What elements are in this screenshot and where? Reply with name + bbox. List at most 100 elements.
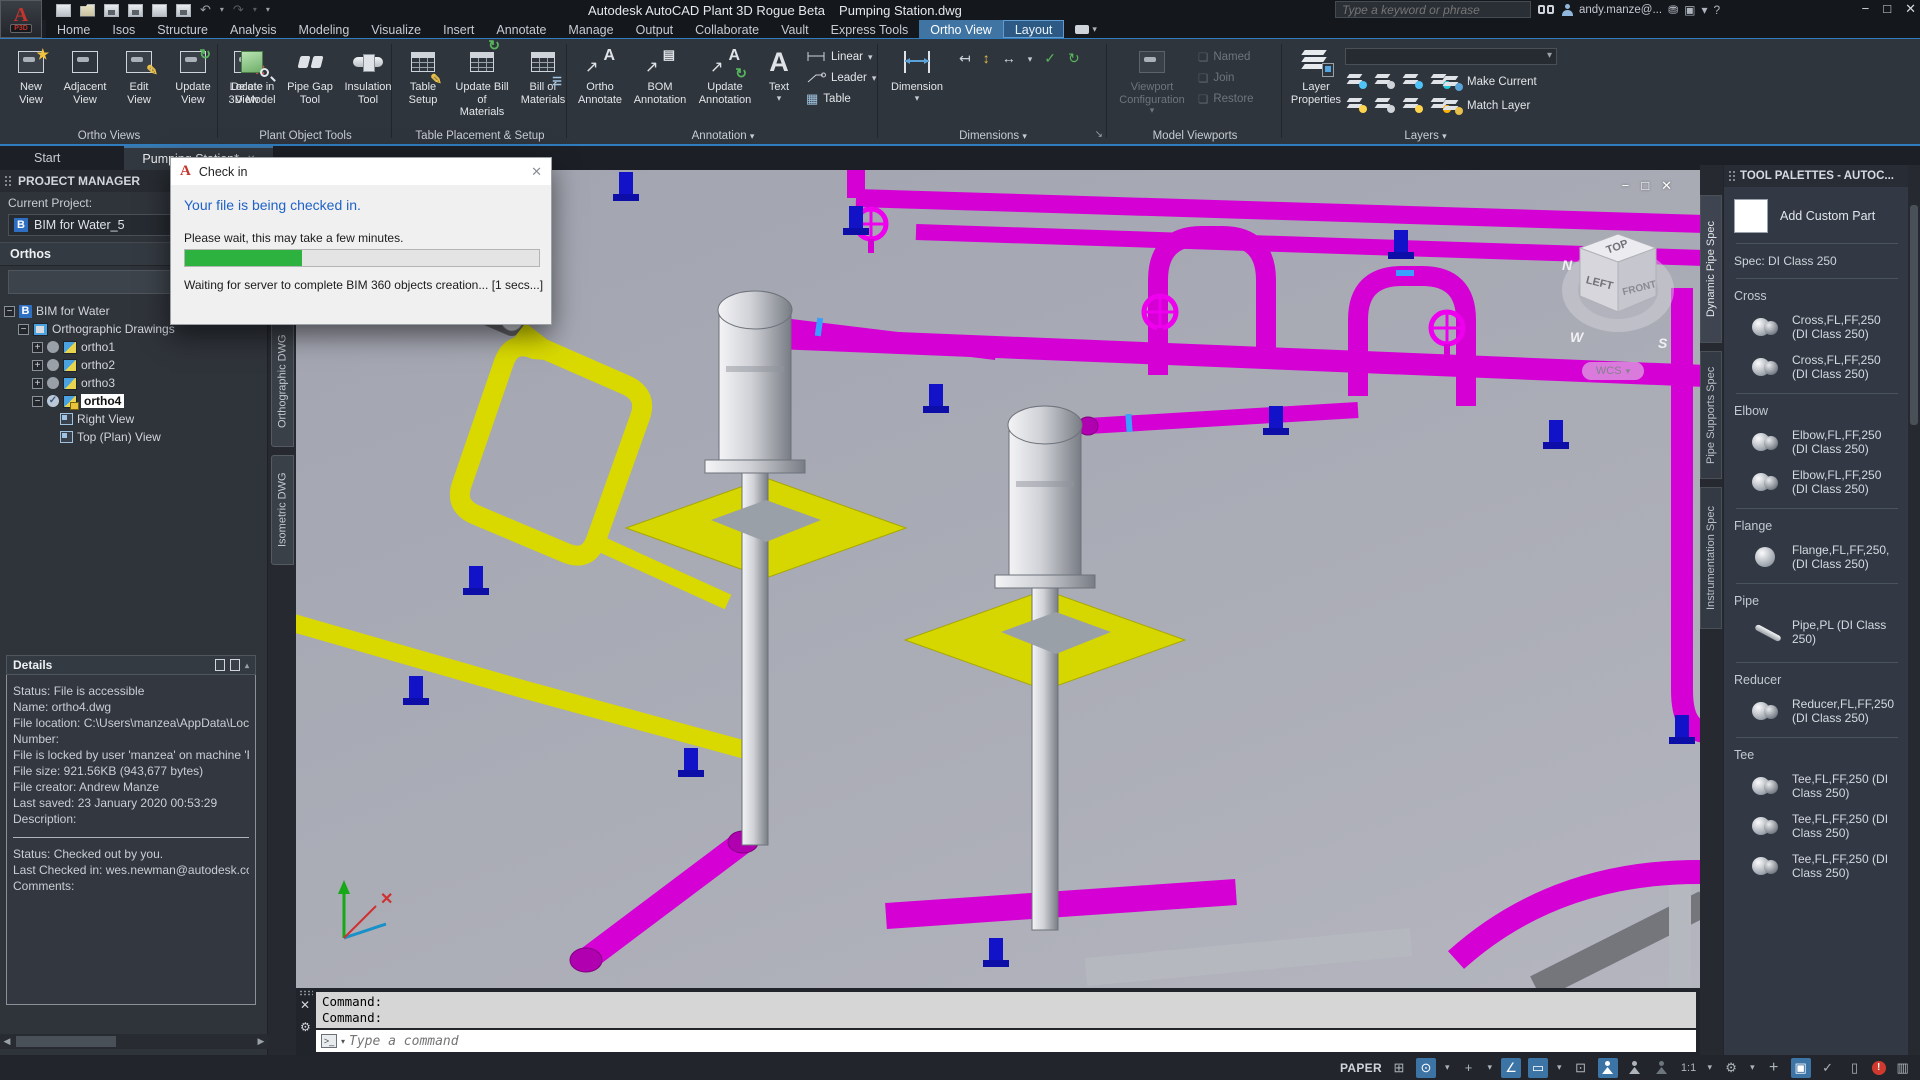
page-setup-icon[interactable]: ▯ (1845, 1058, 1865, 1078)
palette-tab-dynamic-pipe-spec[interactable]: Dynamic Pipe Spec (1700, 195, 1722, 343)
pipe-gap-tool-button[interactable]: Pipe Gap Tool (282, 41, 338, 123)
layer-thaw-icon[interactable] (1403, 97, 1421, 111)
dialog-close-icon[interactable]: ✕ (531, 164, 542, 180)
dim-continue-icon[interactable]: ↔ (1002, 50, 1016, 67)
help-icon[interactable]: ? (1714, 3, 1721, 17)
layer-unisolate-icon[interactable] (1375, 97, 1393, 111)
search-input[interactable] (1335, 1, 1531, 18)
undo-icon[interactable]: ↶ (200, 3, 211, 17)
details-collapse-icon[interactable]: ▴ (245, 661, 249, 670)
details-doc-icon[interactable] (215, 659, 225, 671)
scale-caret-icon[interactable]: ▾ (1706, 1058, 1715, 1078)
table-setup-button[interactable]: ✎ Table Setup (398, 41, 448, 123)
tab-structure[interactable]: Structure (146, 20, 219, 38)
expand-icon[interactable]: + (32, 378, 43, 389)
tab-isometric-dwg[interactable]: Isometric DWG (271, 455, 294, 565)
palette-grip-icon[interactable] (1728, 170, 1736, 182)
bill-of-materials-button[interactable]: ☰ Bill of Materials (516, 41, 570, 123)
bell-caret-icon[interactable]: ▾ (1701, 3, 1707, 17)
tab-express-tools[interactable]: Express Tools (820, 20, 920, 38)
collapse-icon[interactable]: − (4, 306, 15, 317)
autoscale-icon[interactable] (1625, 1058, 1645, 1078)
wcs-selector[interactable]: WCS ▾ (1582, 362, 1644, 380)
tool-reducer-1[interactable]: Reducer,FL,FF,250 (DI Class 250) (1752, 697, 1900, 725)
command-grip-icon[interactable] (299, 990, 313, 996)
tab-visualize[interactable]: Visualize (360, 20, 432, 38)
scroll-left-icon[interactable]: ◀ (0, 1036, 14, 1047)
palette-tab-instrumentation-spec[interactable]: Instrumentation Spec (1700, 487, 1722, 629)
command-input[interactable] (349, 1034, 1691, 1049)
command-recent-icon[interactable]: ▾ (341, 1037, 345, 1046)
tool-elbow-2[interactable]: Elbow,FL,FF,250 (DI Class 250) (1752, 468, 1900, 496)
polar-caret-icon[interactable]: ▾ (1443, 1058, 1452, 1078)
close-button[interactable]: ✕ (1905, 1, 1916, 17)
annotation-visibility-icon[interactable] (1598, 1058, 1618, 1078)
match-layer-button[interactable]: Match Layer (1443, 99, 1530, 113)
scrollbar-thumb[interactable] (1910, 205, 1918, 425)
polar-tracking-icon[interactable]: ⊙ (1416, 1058, 1436, 1078)
viewport-minimize-icon[interactable]: − (1622, 178, 1630, 194)
render-preview-icon[interactable]: ▥ (1893, 1058, 1913, 1078)
dialog-title-bar[interactable]: A Check in ✕ (171, 158, 551, 185)
tool-tee-1[interactable]: Tee,FL,FF,250 (DI Class 250) (1752, 772, 1900, 800)
tool-tee-3[interactable]: Tee,FL,FF,250 (DI Class 250) (1752, 852, 1900, 880)
qat-customize-icon[interactable]: ▾ (266, 3, 270, 17)
collapse-icon[interactable]: − (18, 324, 29, 335)
tool-cross-1[interactable]: Cross,FL,FF,250 (DI Class 250) (1752, 313, 1900, 341)
isolate-objects-icon[interactable]: ▣ (1791, 1058, 1811, 1078)
insulation-tool-button[interactable]: Insulation Tool (340, 41, 396, 123)
tool-palettes-scrollbar[interactable] (1908, 165, 1920, 1055)
tab-orthographic-dwg[interactable]: Orthographic DWG (271, 315, 294, 447)
viewport-close-icon[interactable]: ✕ (1661, 178, 1672, 194)
command-close-icon[interactable]: ✕ (300, 998, 310, 1012)
application-menu-button[interactable]: AP3D (0, 0, 42, 38)
restore-button[interactable]: □ (1883, 1, 1891, 17)
horizontal-scrollbar[interactable]: ◀ ▶ (0, 1034, 268, 1049)
redo-caret-icon[interactable]: ▾ (253, 3, 257, 17)
layer-off-icon[interactable] (1347, 97, 1365, 111)
cart-icon[interactable]: ⛃ (1668, 3, 1678, 17)
scroll-right-icon[interactable]: ▶ (254, 1036, 268, 1047)
bell-icon[interactable]: ▣ (1684, 3, 1695, 17)
dimensions-expander-icon[interactable]: ↘ (1095, 129, 1103, 140)
transmit-icon[interactable] (152, 4, 167, 17)
iso-caret-icon[interactable]: ▾ (1485, 1058, 1494, 1078)
grid-icon[interactable]: ⊞ (1389, 1058, 1409, 1078)
undo-caret-icon[interactable]: ▾ (220, 3, 224, 17)
new-view-button[interactable]: ★ New View (5, 41, 57, 123)
space-toggle[interactable]: PAPER (1340, 1061, 1382, 1075)
tab-insert[interactable]: Insert (432, 20, 485, 38)
tree-node-ortho3[interactable]: + ortho3 (4, 374, 263, 392)
selection-cycling-icon[interactable]: ⊡ (1571, 1058, 1591, 1078)
osnap-icon[interactable]: ∠ (1501, 1058, 1521, 1078)
dim-ordinate-icon[interactable]: ↕ (983, 50, 990, 67)
tab-vault[interactable]: Vault (770, 20, 820, 38)
dim-update-icon[interactable]: ↻ (1068, 50, 1080, 67)
tool-tee-2[interactable]: Tee,FL,FF,250 (DI Class 250) (1752, 812, 1900, 840)
tab-layout[interactable]: Layout (1003, 20, 1065, 38)
viewport-restore-icon[interactable]: □ (1641, 178, 1649, 194)
bom-annotation-button[interactable]: ↗▤ BOM Annotation (629, 41, 691, 123)
linear-dimension-button[interactable]: Linear ▾ (806, 48, 876, 65)
tool-palettes-title-bar[interactable]: TOOL PALETTES - AUTOC... (1724, 165, 1908, 187)
tab-annotate[interactable]: Annotate (485, 20, 557, 38)
tool-pipe-1[interactable]: Pipe,PL (DI Class 250) (1752, 618, 1900, 646)
tab-output[interactable]: Output (625, 20, 685, 38)
tool-cross-2[interactable]: Cross,FL,FF,250 (DI Class 250) (1752, 353, 1900, 381)
scrollbar-thumb[interactable] (16, 1036, 116, 1047)
text-button[interactable]: A Text ▾ (759, 41, 799, 123)
dyn-caret-icon[interactable]: ▾ (1555, 1058, 1564, 1078)
redo-icon[interactable]: ↷ (233, 3, 244, 17)
tab-start[interactable]: Start (16, 146, 78, 170)
dimension-button[interactable]: Dimension ▾ (884, 41, 950, 123)
dynamic-input-icon[interactable]: ▭ (1528, 1058, 1548, 1078)
tool-flange-1[interactable]: Flange,FL,FF,250, (DI Class 250) (1752, 543, 1900, 571)
tab-modeling[interactable]: Modeling (288, 20, 361, 38)
palette-grip-icon[interactable] (4, 175, 12, 187)
workspace-caret-icon[interactable]: ▾ (1748, 1058, 1757, 1078)
update-annotation-button[interactable]: ↗A↻ Update Annotation (693, 41, 757, 123)
edit-view-button[interactable]: ✎ Edit View (113, 41, 165, 123)
minimize-button[interactable]: − (1862, 1, 1870, 17)
add-custom-part-button[interactable]: Add Custom Part (1734, 199, 1900, 233)
tab-ortho-view[interactable]: Ortho View (919, 20, 1003, 38)
